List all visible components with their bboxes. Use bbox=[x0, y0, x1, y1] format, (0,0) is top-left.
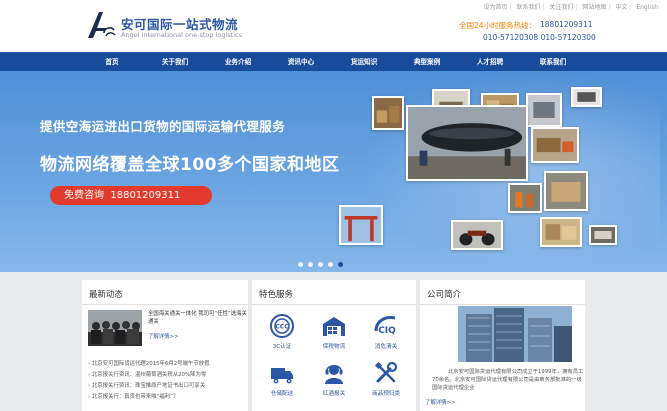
nav-item-home[interactable]: 首页 bbox=[87, 53, 137, 71]
site-header: 安可国际一站式物流 Angel international one-stop l… bbox=[0, 0, 667, 52]
service-label: 红酒报关 bbox=[322, 391, 346, 397]
service-ciq[interactable]: CIQ 消危清关 bbox=[366, 313, 406, 350]
news-item-text: 北京报关行资讯：温州葡萄酒关税从20%降为零 bbox=[91, 372, 207, 378]
svg-text:CIQ: CIQ bbox=[378, 326, 396, 336]
divider: | bbox=[608, 4, 611, 11]
hotline-label: 全国24小时服务热线： bbox=[459, 21, 537, 30]
top-link-contact[interactable]: 联系我们 bbox=[516, 4, 540, 11]
photo-equipment bbox=[571, 87, 602, 107]
divider: / bbox=[629, 4, 632, 11]
top-link-homepage[interactable]: 设为首页 bbox=[483, 4, 507, 11]
divider bbox=[252, 304, 416, 305]
news-panel: 最新动态 全国海关通关一体化 我司可“任性”选海关通关 了解详情>> › 北京安… bbox=[82, 280, 248, 411]
nav-item-cases[interactable]: 典型案例 bbox=[402, 53, 452, 71]
photo-cartons bbox=[540, 217, 582, 247]
consult-label: 免费咨询 bbox=[64, 190, 104, 201]
main-nav: 首页 关于我们 业务介绍 资讯中心 货运知识 典型案例 人才招聘 联系我们 bbox=[0, 52, 667, 71]
angel-logo-icon[interactable] bbox=[84, 8, 118, 42]
consult-phone: 18801209311 bbox=[110, 190, 181, 201]
free-consult-button[interactable]: 免费咨询 18801209311 bbox=[50, 186, 212, 205]
divider bbox=[82, 304, 248, 305]
photo-crate bbox=[544, 171, 588, 211]
3c-certification-icon: CCC bbox=[270, 314, 294, 338]
divider bbox=[420, 304, 585, 305]
tools-icon bbox=[374, 361, 398, 383]
top-link-english[interactable]: English bbox=[636, 4, 658, 11]
news-featured-image[interactable] bbox=[88, 310, 142, 346]
slide-dot-5[interactable] bbox=[338, 262, 343, 267]
photo-aircraft-fuselage bbox=[406, 105, 528, 181]
ciq-clearance-icon: CIQ bbox=[374, 316, 396, 336]
about-building-image[interactable] bbox=[458, 306, 572, 362]
news-item-text: 北京安可国际货运代理2015年6月2号端午节放假 bbox=[91, 361, 210, 367]
nav-item-careers[interactable]: 人才招聘 bbox=[465, 53, 515, 71]
photo-machine bbox=[526, 93, 562, 127]
photo-trucks bbox=[531, 127, 579, 163]
about-more-link[interactable]: 了解详情>> bbox=[425, 398, 456, 406]
banner-headline: 提供空海运进出口货物的国际运输代理服务 bbox=[40, 119, 286, 134]
slide-dot-4[interactable] bbox=[328, 262, 333, 267]
news-panel-title[interactable]: 最新动态 bbox=[89, 288, 123, 300]
svg-text:CCC: CCC bbox=[275, 324, 289, 331]
about-description: 北京安可国际货运代理有限公司成立于1999年，拥有员工70余名。北京安可国际货运… bbox=[432, 369, 584, 392]
list-item[interactable]: › 北京报关行：真货也带来唯“福利”？ bbox=[88, 392, 253, 400]
service-label: 3C认证 bbox=[272, 344, 292, 350]
list-item[interactable]: › 北京报关行资讯：温州葡萄酒关税从20%降为零 bbox=[88, 370, 253, 378]
slide-dot-2[interactable] bbox=[308, 262, 313, 267]
service-delivery[interactable]: 仓储配送 bbox=[262, 360, 302, 397]
photo-warehouse bbox=[372, 96, 404, 130]
hotline-mobile: 18801209311 bbox=[540, 20, 593, 29]
customer-service-icon bbox=[325, 364, 343, 384]
nav-item-news[interactable]: 资讯中心 bbox=[276, 53, 326, 71]
service-label: 保税物流 bbox=[322, 344, 346, 350]
top-link-sitemap[interactable]: 网站地图 bbox=[582, 4, 606, 11]
list-item[interactable]: › 北京报关行资讯：珠宝推原产地证书出口可享关 bbox=[88, 381, 253, 389]
about-panel-title[interactable]: 公司简介 bbox=[427, 288, 461, 300]
news-item-text: 北京报关行资讯：珠宝推原产地证书出口可享关 bbox=[91, 383, 206, 389]
brand-slogan: Angel international one-stop logistics bbox=[121, 31, 242, 39]
nav-item-business[interactable]: 业务介绍 bbox=[213, 53, 263, 71]
top-link-chinese[interactable]: 中文 bbox=[615, 4, 627, 11]
about-panel: 公司简介 北京安可国际货运代理有限公司成立于1999年，拥有员工70余名。北京安… bbox=[420, 280, 585, 411]
service-wine[interactable]: 红酒报关 bbox=[314, 360, 354, 397]
services-panel: 特色服务 CCC 3C认证 保税物流 CIQ 消危清关 仓储配送 红酒报关 商品… bbox=[252, 280, 416, 411]
banner-subheadline: 物流网络覆盖全球100多个国家和地区 bbox=[40, 155, 340, 175]
news-item-text: 北京报关行：真货也带来唯“福利”？ bbox=[91, 394, 179, 400]
slide-dot-3[interactable] bbox=[318, 262, 323, 267]
divider: | bbox=[575, 4, 578, 11]
service-classification[interactable]: 商品预归类 bbox=[366, 360, 406, 397]
hero-banner[interactable]: 提供空海运进出口货物的国际运输代理服务 物流网络覆盖全球100多个国家和地区 免… bbox=[0, 71, 667, 272]
service-label: 仓储配送 bbox=[270, 391, 294, 397]
photo-motorcycle bbox=[451, 220, 503, 250]
service-bonded[interactable]: 保税物流 bbox=[314, 313, 354, 350]
top-link-follow[interactable]: 关注我们 bbox=[549, 4, 573, 11]
delivery-truck-icon bbox=[271, 368, 293, 384]
service-3c[interactable]: CCC 3C认证 bbox=[262, 313, 302, 350]
photo-workers bbox=[508, 183, 542, 213]
nav-item-contact[interactable]: 联系我们 bbox=[528, 53, 578, 71]
news-featured-title[interactable]: 全国海关通关一体化 我司可“任性”选海关通关 bbox=[148, 310, 248, 326]
nav-item-about[interactable]: 关于我们 bbox=[150, 53, 200, 71]
service-label: 商品预归类 bbox=[372, 391, 400, 397]
slide-dot-1[interactable] bbox=[298, 262, 303, 267]
top-links: 设为首页 | 联系我们 | 关注我们 | 网站地图 | 中文 / English bbox=[482, 2, 658, 11]
news-more-link[interactable]: 了解详情>> bbox=[148, 332, 179, 340]
hotline-phones: 010-57120308 010-57120300 bbox=[483, 33, 596, 42]
services-panel-title[interactable]: 特色服务 bbox=[259, 288, 293, 300]
content-area: 最新动态 全国海关通关一体化 我司可“任性”选海关通关 了解详情>> › 北京安… bbox=[0, 272, 667, 411]
divider: | bbox=[509, 4, 512, 11]
nav-item-knowledge[interactable]: 货运知识 bbox=[339, 53, 389, 71]
list-item[interactable]: › 北京安可国际货运代理2015年6月2号端午节放假 bbox=[88, 359, 253, 367]
bonded-warehouse-icon bbox=[323, 317, 345, 336]
page: 安可国际一站式物流 Angel international one-stop l… bbox=[0, 0, 667, 411]
divider: | bbox=[542, 4, 545, 11]
photo-pallet bbox=[589, 225, 617, 245]
service-label: 消危清关 bbox=[374, 344, 398, 350]
photo-red-crane bbox=[339, 205, 383, 245]
